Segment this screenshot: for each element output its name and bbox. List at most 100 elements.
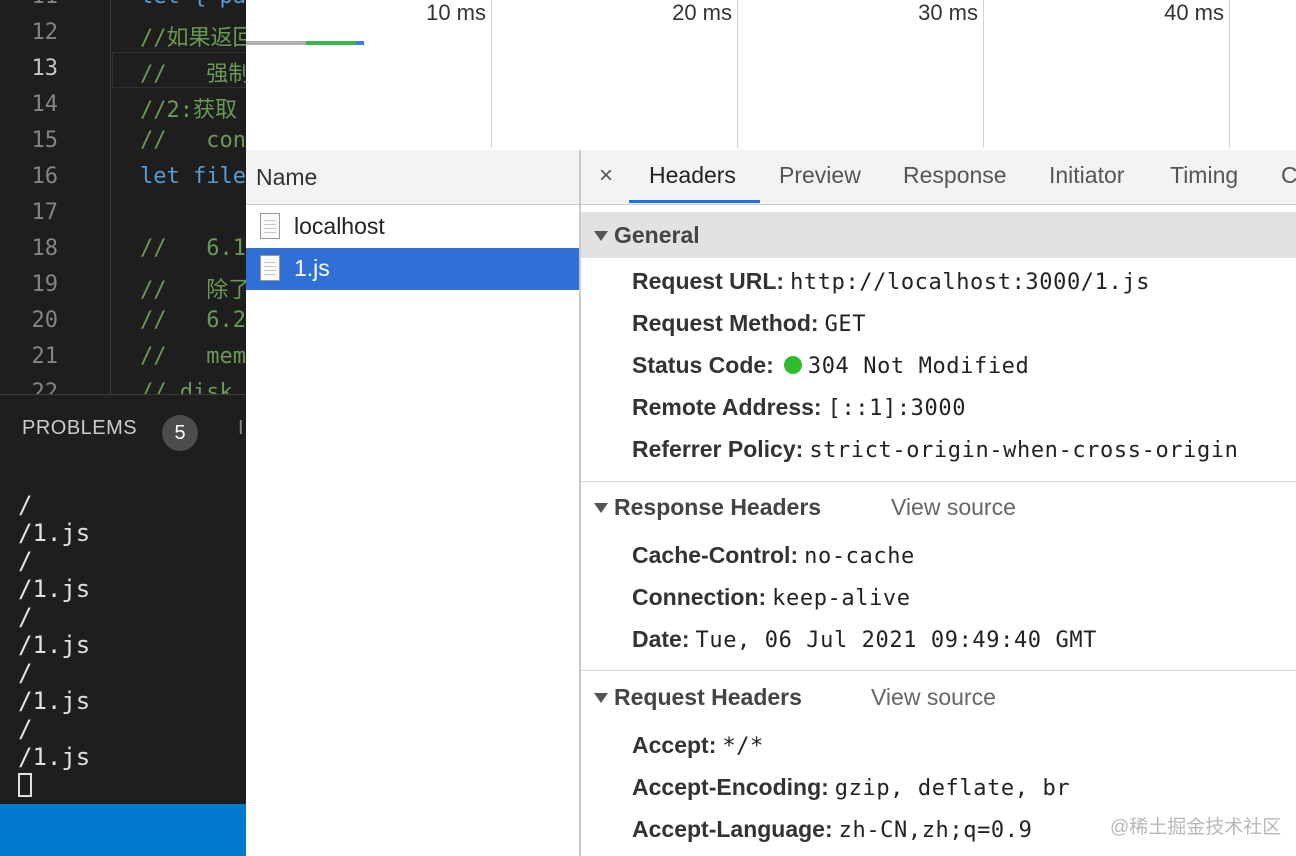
timeline-tick-label: 10 ms bbox=[426, 0, 486, 25]
line-number: 21 bbox=[31, 344, 59, 369]
section-title: General bbox=[614, 222, 700, 248]
header-value[interactable]: keep-alive bbox=[772, 586, 910, 611]
code-line[interactable]: // con bbox=[140, 128, 246, 153]
header-value[interactable]: */* bbox=[722, 734, 764, 759]
request-list: Name localhost 1.js bbox=[246, 150, 581, 856]
terminal-line: /1.js bbox=[18, 743, 91, 771]
header-key: Request Method: bbox=[632, 310, 819, 336]
active-tab-indicator bbox=[629, 200, 760, 203]
timeline-gridline bbox=[983, 0, 984, 148]
header-key: Accept: bbox=[632, 732, 717, 758]
timeline-tick-label: 30 ms bbox=[918, 0, 978, 25]
name-column-header[interactable]: Name bbox=[246, 150, 579, 205]
header-key: Date: bbox=[632, 626, 690, 652]
caret-down-icon bbox=[594, 231, 608, 241]
next-panel-tab[interactable]: I bbox=[238, 417, 244, 440]
header-row: Request URL: http://localhost:3000/1.js bbox=[632, 268, 1150, 295]
code-line[interactable]: // disk bbox=[140, 380, 233, 394]
header-row: Connection: keep-alive bbox=[632, 584, 911, 611]
request-row-localhost[interactable]: localhost bbox=[246, 206, 579, 248]
header-value[interactable]: Tue, 06 Jul 2021 09:49:40 GMT bbox=[696, 628, 1098, 653]
line-number: 17 bbox=[31, 200, 59, 225]
tab-response[interactable]: Response bbox=[903, 162, 1007, 189]
header-key: Referrer Policy: bbox=[632, 436, 804, 462]
terminal-line: /1.js bbox=[18, 575, 91, 603]
code-line[interactable]: // 除了 bbox=[140, 272, 246, 304]
tab-problems[interactable]: PROBLEMS bbox=[22, 417, 137, 440]
line-number: 13 bbox=[31, 56, 59, 81]
timeline-tick-label: 20 ms bbox=[672, 0, 732, 25]
tab-initiator[interactable]: Initiator bbox=[1049, 162, 1124, 189]
header-value[interactable]: 304 Not Modified bbox=[808, 354, 1030, 379]
timeline-bar-queueing bbox=[246, 41, 306, 45]
section-divider bbox=[581, 481, 1296, 482]
watermark: @稀土掘金技术社区 bbox=[1110, 817, 1282, 838]
terminal-line: /1.js bbox=[18, 687, 91, 715]
timeline-gridline bbox=[737, 0, 738, 148]
line-number: 11 bbox=[8, 0, 59, 9]
section-divider bbox=[581, 670, 1296, 671]
header-key: Accept-Encoding: bbox=[632, 774, 829, 800]
code-line[interactable]: //如果返回 bbox=[140, 20, 246, 52]
line-number: 12 bbox=[31, 20, 59, 45]
header-value[interactable]: [::1]:3000 bbox=[828, 396, 966, 421]
header-value[interactable]: gzip, deflate, br bbox=[835, 776, 1070, 801]
header-row: Cache-Control: no-cache bbox=[632, 542, 915, 569]
header-row: Remote Address: [::1]:3000 bbox=[632, 394, 966, 421]
line-number: 18 bbox=[31, 236, 59, 261]
code-line[interactable]: // mem bbox=[140, 344, 246, 369]
terminal-line: /1.js bbox=[18, 631, 91, 659]
code-editor[interactable]: 11 12 13 14 15 16 17 18 19 20 21 22 let … bbox=[0, 0, 246, 394]
code-line[interactable]: // 6.1 bbox=[140, 236, 246, 261]
code-line[interactable]: // 6.2 bbox=[140, 308, 246, 333]
terminal-line: / bbox=[18, 659, 33, 687]
detail-tabbar: × Headers Preview Response Initiator Tim… bbox=[581, 150, 1296, 205]
header-value[interactable]: strict-origin-when-cross-origin bbox=[809, 438, 1238, 463]
view-source-link[interactable]: View source bbox=[891, 494, 1016, 521]
header-value[interactable]: no-cache bbox=[804, 544, 915, 569]
timeline-gridline bbox=[491, 0, 492, 148]
line-number-gutter: 11 12 13 14 15 16 17 18 19 20 21 22 bbox=[0, 0, 111, 394]
general-section-header[interactable]: General bbox=[581, 212, 1296, 258]
request-detail-pane: × Headers Preview Response Initiator Tim… bbox=[581, 150, 1296, 856]
line-number: 19 bbox=[31, 272, 59, 297]
tab-timing[interactable]: Timing bbox=[1170, 162, 1238, 189]
network-overview-timeline[interactable]: 10 ms 20 ms 30 ms 40 ms bbox=[246, 0, 1296, 152]
timeline-gridline bbox=[1229, 0, 1230, 148]
line-number: 22 bbox=[31, 380, 59, 394]
terminal-line: / bbox=[18, 491, 33, 519]
tab-preview[interactable]: Preview bbox=[779, 162, 861, 189]
terminal-line: /1.js bbox=[18, 519, 91, 547]
header-value[interactable]: zh-CN,zh;q=0.9 bbox=[839, 818, 1033, 843]
request-row-1js[interactable]: 1.js bbox=[246, 248, 579, 290]
terminal-panel: PROBLEMS 5 I / /1.js / /1.js / /1.js / /… bbox=[0, 394, 246, 805]
terminal-cursor[interactable] bbox=[18, 773, 32, 797]
terminal-line: / bbox=[18, 547, 33, 575]
tab-cookies[interactable]: C bbox=[1281, 162, 1296, 189]
header-key: Request URL: bbox=[632, 268, 785, 294]
document-icon bbox=[260, 255, 280, 281]
timeline-tick-label: 40 ms bbox=[1164, 0, 1224, 25]
code-line[interactable]: // 强制 bbox=[140, 56, 246, 88]
code-line[interactable]: //2:获取 bbox=[140, 92, 237, 124]
header-row: Accept-Encoding: gzip, deflate, br bbox=[632, 774, 1070, 801]
header-value[interactable]: GET bbox=[825, 312, 867, 337]
header-value[interactable]: http://localhost:3000/1.js bbox=[790, 270, 1150, 295]
code-line[interactable]: let { pa bbox=[140, 0, 246, 9]
tab-headers[interactable]: Headers bbox=[649, 162, 736, 189]
close-icon[interactable]: × bbox=[599, 162, 613, 190]
view-source-link[interactable]: View source bbox=[871, 684, 996, 711]
header-key: Connection: bbox=[632, 584, 767, 610]
request-name: 1.js bbox=[294, 255, 330, 281]
status-ok-icon bbox=[783, 356, 802, 374]
timeline-bar-waiting bbox=[306, 41, 356, 45]
status-bar bbox=[0, 804, 246, 856]
problems-count-badge: 5 bbox=[162, 415, 198, 451]
section-title: Response Headers bbox=[614, 494, 822, 520]
header-row: Accept: */* bbox=[632, 732, 764, 759]
line-number: 20 bbox=[31, 308, 59, 333]
code-line[interactable]: let file bbox=[140, 164, 246, 189]
section-title: Request Headers bbox=[614, 684, 802, 710]
header-row: Referrer Policy: strict-origin-when-cross… bbox=[632, 436, 1239, 463]
header-row: Accept-Language: zh-CN,zh;q=0.9 bbox=[632, 816, 1032, 843]
